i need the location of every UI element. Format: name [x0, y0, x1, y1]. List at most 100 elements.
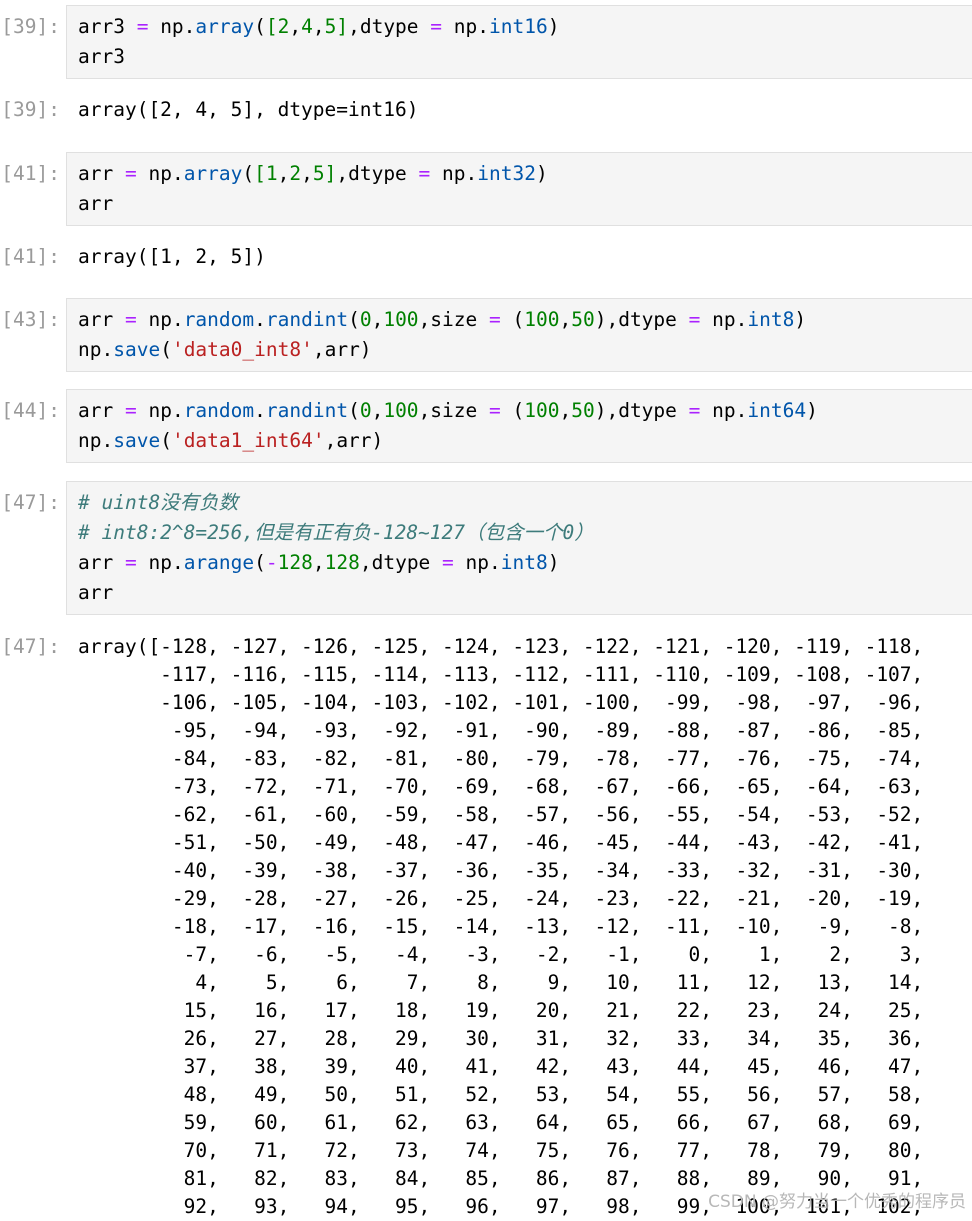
- code-token: save: [113, 338, 161, 361]
- output-prompt: [47]:: [1, 635, 60, 658]
- code-token: 100: [383, 308, 419, 331]
- code-token: =: [124, 308, 137, 331]
- output-line: 37, 38, 39, 40, 41, 42, 43, 44, 45, 46, …: [78, 1055, 924, 1078]
- output-line: array([2, 4, 5], dtype=int16): [78, 98, 419, 121]
- code-token: np.: [78, 338, 114, 361]
- code-token: ): [535, 162, 548, 185]
- code-token: (: [500, 308, 525, 331]
- code-token: # int8:2^8=256,但是有正有负-128~127（包含一个0）: [78, 521, 594, 544]
- code-token: 100: [524, 399, 560, 422]
- output-line: array([1, 2, 5]): [78, 245, 266, 268]
- code-token: [1: [254, 162, 278, 185]
- code-token: randint: [265, 399, 349, 422]
- code-token: =: [688, 308, 701, 331]
- code-token: [2: [265, 15, 290, 38]
- code-token: =: [124, 162, 137, 185]
- code-token: ,dtype: [359, 551, 443, 574]
- input-prompt: [44]:: [1, 399, 60, 422]
- output-line: -51, -50, -49, -48, -47, -46, -45, -44, …: [78, 831, 924, 854]
- code-token: (: [254, 15, 266, 38]
- code-token: array: [183, 162, 243, 185]
- code-token: np.: [700, 308, 748, 331]
- code-line: np.save('data0_int8',arr): [78, 335, 372, 365]
- code-token: ): [794, 308, 807, 331]
- output-line: -29, -28, -27, -26, -25, -24, -23, -22, …: [78, 887, 924, 910]
- code-token: 0: [359, 308, 372, 331]
- code-line: arr = np.random.randint(0,100,size = (10…: [78, 396, 818, 426]
- output-prompt: [41]:: [1, 245, 60, 268]
- code-token: int64: [747, 399, 807, 422]
- output-line: 26, 27, 28, 29, 30, 31, 32, 33, 34, 35, …: [78, 1027, 924, 1050]
- code-token: arr3: [78, 45, 125, 68]
- code-token: np.: [430, 162, 478, 185]
- code-token: =: [489, 399, 501, 422]
- code-token: ,: [371, 399, 384, 422]
- code-line: arr3 = np.array([2,4,5],dtype = np.int16…: [78, 12, 559, 42]
- code-token: =: [430, 15, 443, 38]
- code-token: array: [195, 15, 255, 38]
- code-token: 50: [571, 308, 595, 331]
- code-token: (: [242, 162, 255, 185]
- code-line: arr: [78, 189, 113, 219]
- code-token: 2: [289, 162, 302, 185]
- code-token: ,arr): [324, 429, 384, 452]
- code-token: =: [136, 15, 149, 38]
- code-token: ,dtype: [336, 162, 419, 185]
- code-line: # uint8没有负数: [78, 488, 238, 518]
- code-token: ): [547, 551, 560, 574]
- output-line: 15, 16, 17, 18, 19, 20, 21, 22, 23, 24, …: [78, 999, 924, 1022]
- code-token: ): [547, 15, 560, 38]
- code-token: arr: [78, 192, 114, 215]
- code-token: -: [265, 551, 278, 574]
- code-token: ,: [559, 399, 572, 422]
- code-token: ),dtype: [594, 399, 689, 422]
- code-token: ),dtype: [594, 308, 689, 331]
- output-line: 70, 71, 72, 73, 74, 75, 76, 77, 78, 79, …: [78, 1139, 924, 1162]
- code-token: ,: [371, 308, 384, 331]
- code-token: =: [442, 551, 454, 574]
- code-token: ,size: [418, 399, 490, 422]
- code-token: arr: [78, 581, 114, 604]
- input-prompt: [39]:: [1, 15, 60, 38]
- code-token: (: [160, 338, 172, 361]
- code-token: arr: [78, 399, 125, 422]
- output-prompt: [39]:: [1, 98, 60, 121]
- code-token: int16: [489, 15, 548, 38]
- code-token: np.: [442, 15, 489, 38]
- code-line: np.save('data1_int64',arr): [78, 426, 383, 456]
- output-line: -106, -105, -104, -103, -102, -101, -100…: [78, 691, 924, 714]
- code-token: ): [806, 399, 818, 422]
- code-line: arr3: [78, 42, 125, 72]
- output-line: -40, -39, -38, -37, -36, -35, -34, -33, …: [78, 859, 924, 882]
- input-prompt: [43]:: [1, 308, 60, 331]
- code-token: ,arr): [312, 338, 372, 361]
- code-token: ,: [301, 162, 313, 185]
- output-line: -73, -72, -71, -70, -69, -68, -67, -66, …: [78, 775, 924, 798]
- code-token: ,dtype: [348, 15, 431, 38]
- code-token: save: [113, 429, 161, 452]
- code-token: arr: [78, 308, 125, 331]
- output-line: array([-128, -127, -126, -125, -124, -12…: [78, 635, 924, 658]
- input-prompt: [41]:: [1, 162, 60, 185]
- code-token: random: [183, 308, 255, 331]
- code-token: 'data0_int8': [171, 338, 313, 361]
- input-prompt: [47]:: [1, 491, 60, 514]
- code-token: 50: [571, 399, 595, 422]
- code-token: ,: [289, 15, 302, 38]
- code-token: =: [124, 399, 137, 422]
- code-token: np.: [453, 551, 501, 574]
- code-token: arr: [78, 162, 125, 185]
- output-line: -95, -94, -93, -92, -91, -90, -89, -88, …: [78, 719, 924, 742]
- output-line: 59, 60, 61, 62, 63, 64, 65, 66, 67, 68, …: [78, 1111, 924, 1134]
- code-token: (: [500, 399, 525, 422]
- code-token: np.: [136, 551, 184, 574]
- watermark: CSDN @努力当一个优秀的程序员: [708, 1192, 966, 1212]
- code-token: 5]: [312, 162, 337, 185]
- code-line: arr = np.arange(-128,128,dtype = np.int8…: [78, 548, 559, 578]
- code-line: arr = np.random.randint(0,100,size = (10…: [78, 305, 806, 335]
- code-token: ,: [277, 162, 290, 185]
- code-token: ,: [559, 308, 572, 331]
- code-token: =: [489, 308, 501, 331]
- code-token: ,: [312, 551, 325, 574]
- code-token: np.: [136, 162, 184, 185]
